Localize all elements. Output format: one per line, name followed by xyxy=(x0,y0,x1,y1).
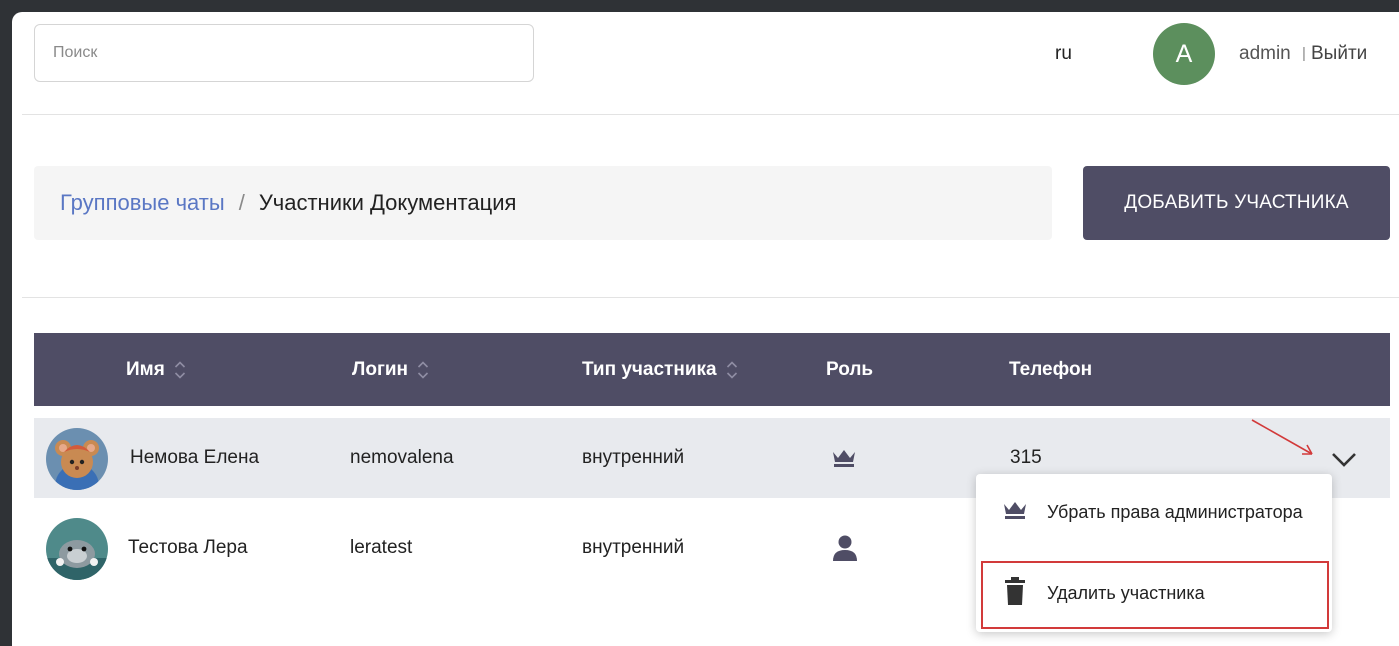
table-header: Имя Логин Тип участника Роль Телефон xyxy=(34,333,1390,406)
avatar-letter: A xyxy=(1175,39,1193,68)
sort-icon[interactable] xyxy=(174,359,186,381)
sort-icon[interactable] xyxy=(726,359,738,381)
header-separator: | xyxy=(1302,45,1306,62)
breadcrumb-current: Участники Документация xyxy=(258,190,517,215)
person-icon xyxy=(832,508,858,588)
logout-link[interactable]: Выйти xyxy=(1311,43,1367,65)
menu-item-label: Убрать права администратора xyxy=(1047,501,1303,522)
breadcrumb-separator: / xyxy=(238,190,245,215)
column-label: Телефон xyxy=(1009,358,1093,380)
member-type: внутренний xyxy=(582,537,685,558)
language-switch[interactable]: ru xyxy=(1055,43,1072,65)
column-login-header[interactable]: Логин xyxy=(352,333,429,406)
row-actions-menu: Убрать права администратора Удалить учас… xyxy=(976,474,1332,632)
column-label: Имя xyxy=(126,358,165,380)
delete-member-menu-item[interactable]: Удалить участника xyxy=(976,560,1332,626)
member-login: leratest xyxy=(350,537,413,558)
crown-icon xyxy=(1002,500,1028,525)
trash-icon xyxy=(1004,576,1026,610)
avatar xyxy=(46,428,108,490)
column-label: Роль xyxy=(826,358,874,380)
user-avatar[interactable]: A xyxy=(1153,23,1215,85)
breadcrumb-group-chats-link[interactable]: Групповые чаты xyxy=(60,190,225,216)
member-name: Немова Елена xyxy=(130,447,260,468)
column-type-header[interactable]: Тип участника xyxy=(582,333,738,406)
avatar xyxy=(46,518,108,580)
sort-icon[interactable] xyxy=(417,359,429,381)
search-input[interactable] xyxy=(34,24,534,82)
column-label: Тип участника xyxy=(582,358,717,380)
add-member-button[interactable]: ДОБАВИТЬ УЧАСТНИКА xyxy=(1083,166,1390,240)
divider xyxy=(22,114,1399,115)
username[interactable]: admin xyxy=(1239,43,1291,65)
remove-admin-rights-menu-item[interactable]: Убрать права администратора xyxy=(976,480,1332,544)
column-name-header[interactable]: Имя xyxy=(126,333,186,406)
breadcrumb: Групповые чаты / Участники Документация xyxy=(34,166,1052,240)
app-frame: ru A admin | Выйти Групповые чаты / Учас… xyxy=(12,12,1399,646)
member-name: Тестова Лера xyxy=(128,537,248,558)
crown-icon xyxy=(831,418,857,498)
annotation-arrow xyxy=(1251,419,1313,455)
member-type: внутренний xyxy=(582,447,685,468)
member-login: nemovalena xyxy=(350,447,454,468)
column-phone-header: Телефон xyxy=(1009,333,1092,406)
divider xyxy=(22,297,1399,298)
column-role-header: Роль xyxy=(826,333,873,406)
menu-item-label: Удалить участника xyxy=(1047,582,1205,603)
column-label: Логин xyxy=(352,358,409,380)
chevron-down-icon[interactable] xyxy=(1327,442,1361,476)
